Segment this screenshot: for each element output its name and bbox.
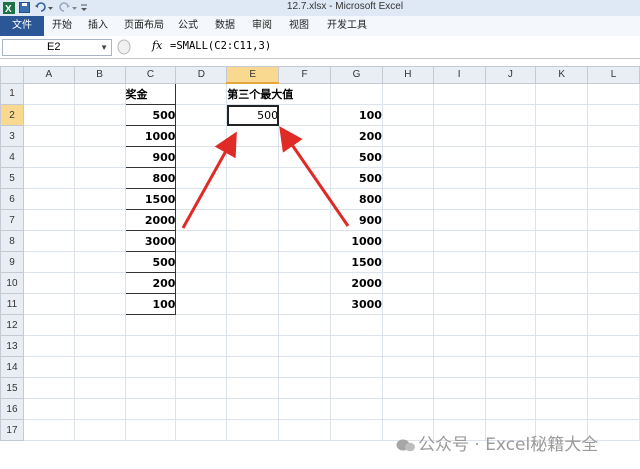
watermark: 公众号 · Excel秘籍大全 xyxy=(396,430,598,455)
watermark-text: 公众号 · Excel秘籍大全 xyxy=(418,435,599,455)
annotation-arrows xyxy=(181,126,350,229)
right-red-arrow xyxy=(279,126,350,227)
wechat-logo-icon xyxy=(396,435,418,455)
left-red-arrow xyxy=(181,131,237,229)
